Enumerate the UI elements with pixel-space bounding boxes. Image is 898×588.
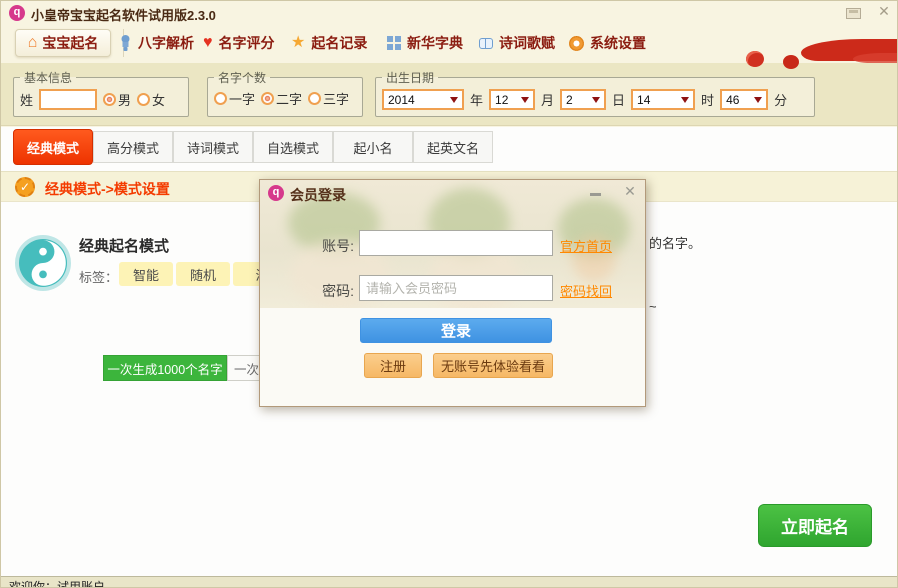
radio-icon [214,92,227,105]
birth-date-legend: 出生日期 [382,69,438,86]
tag-smart[interactable]: 智能 [119,262,173,286]
dialog-close-icon[interactable]: ✕ [622,183,638,200]
nav-item-name-score[interactable]: ♥ 名字评分 [203,33,275,53]
nav-item-poetry[interactable]: 诗词歌赋 [479,33,555,53]
name-count-legend: 名字个数 [214,69,270,86]
chevron-down-icon [521,97,529,103]
radio-selected-icon [103,93,116,106]
password-recover-link[interactable]: 密码找回 [560,281,612,300]
month-dropdown[interactable]: 12 [489,89,535,110]
chevron-down-icon [592,97,600,103]
hour-dropdown[interactable]: 14 [631,89,695,110]
open-book-icon [479,38,493,49]
dialog-title: 会员登录 [290,185,346,205]
window-title: 小皇帝宝宝起名软件试用版2.3.0 [31,5,216,24]
trial-without-account-button[interactable]: 无账号先体验看看 [433,353,553,378]
tag-random[interactable]: 随机 [176,262,230,286]
tab-poetry-mode[interactable]: 诗词模式 [173,131,253,163]
chevron-down-icon [450,97,458,103]
tab-custom-mode[interactable]: 自选模式 [253,131,333,163]
chevron-down-icon [754,97,762,103]
start-naming-button[interactable]: 立即起名 [758,504,872,547]
hour-unit: 时 [701,90,714,109]
tab-high-score-mode[interactable]: 高分模式 [93,131,173,163]
nav-item-xinhua-dictionary[interactable]: 新华字典 [387,33,463,53]
year-dropdown[interactable]: 2014 [382,89,464,110]
dialog-app-icon: q [268,185,284,201]
input-form-band: 基本信息 姓 男 女 名字个数 一字 [1,63,897,126]
status-bar: 欢迎你：试用账户 [1,576,897,588]
account-label: 账号: [314,236,354,256]
chevron-down-icon [681,97,689,103]
home-icon: ⌂ [28,35,38,51]
surname-label: 姓 [20,90,33,109]
basic-info-legend: 基本信息 [20,69,76,86]
radio-icon [137,93,150,106]
heart-icon: ♥ [203,35,213,51]
member-login-dialog: q 会员登录 ✕ 账号: 官方首页 密码: 密码找回 登录 注册 无账号先体验看… [259,179,646,407]
count-one-radio[interactable]: 一字 [214,89,255,108]
minute-dropdown[interactable]: 46 [720,89,768,110]
day-dropdown[interactable]: 2 [560,89,606,110]
gender-male-radio[interactable]: 男 [103,90,131,109]
yinyang-icon [19,239,67,287]
app-icon: q [9,5,25,21]
breadcrumb: 经典模式->模式设置 [45,179,170,199]
basic-info-fieldset: 基本信息 姓 男 女 [13,69,189,117]
dialog-title-bar: q 会员登录 ✕ [260,180,645,206]
gender-female-radio[interactable]: 女 [137,90,165,109]
badge-icon: ✓ [15,177,35,197]
tab-classic-mode[interactable]: 经典模式 [13,129,93,165]
tab-nickname[interactable]: 起小名 [333,131,413,163]
seal-icon [119,35,132,52]
generate-1000-names-button[interactable]: 一次生成1000个名字 [103,355,227,381]
password-label: 密码: [314,281,354,301]
minimize-icon[interactable] [846,8,861,19]
minute-unit: 分 [774,90,787,109]
tab-english-name[interactable]: 起英文名 [413,131,493,163]
year-unit: 年 [470,90,483,109]
day-unit: 日 [612,90,625,109]
register-button[interactable]: 注册 [364,353,422,378]
star-icon: ★ [291,35,305,51]
tags-label: 标签： [79,267,118,286]
description-text-fragment: ~ [649,299,657,314]
radio-icon [308,92,321,105]
app-window: q 小皇帝宝宝起名软件试用版2.3.0 ✕ ⌂ 宝宝起名 八字解析 ♥ 名字评分… [0,0,898,588]
radio-selected-icon [261,92,274,105]
main-navbar: ⌂ 宝宝起名 八字解析 ♥ 名字评分 ★ 起名记录 新华字典 诗词歌赋 [1,25,897,63]
welcome-status-text: 欢迎你：试用账户 [9,578,105,588]
login-button[interactable]: 登录 [360,318,552,343]
mode-title: 经典起名模式 [79,235,169,256]
password-input[interactable] [359,275,553,301]
close-icon[interactable]: ✕ [875,3,893,20]
nav-item-naming-records[interactable]: ★ 起名记录 [291,33,367,53]
birth-date-fieldset: 出生日期 2014 年 12 月 2 日 14 时 46 [375,69,815,117]
dialog-minimize-icon[interactable] [590,193,601,196]
gear-icon [569,36,584,51]
official-homepage-link[interactable]: 官方首页 [560,236,612,255]
nav-item-system-settings[interactable]: 系统设置 [569,33,646,53]
title-bar: q 小皇帝宝宝起名软件试用版2.3.0 ✕ [1,1,897,25]
dictionary-grid-icon [387,36,401,50]
name-count-fieldset: 名字个数 一字 二字 三字 [207,69,363,117]
nav-item-baby-naming[interactable]: ⌂ 宝宝起名 [15,29,111,57]
account-input[interactable] [359,230,553,256]
count-two-radio[interactable]: 二字 [261,89,302,108]
month-unit: 月 [541,90,554,109]
nav-item-bazi-analysis[interactable]: 八字解析 [119,33,194,53]
count-three-radio[interactable]: 三字 [308,89,349,108]
surname-input[interactable] [39,89,97,110]
description-text-fragment: 的名字。 [649,233,701,252]
